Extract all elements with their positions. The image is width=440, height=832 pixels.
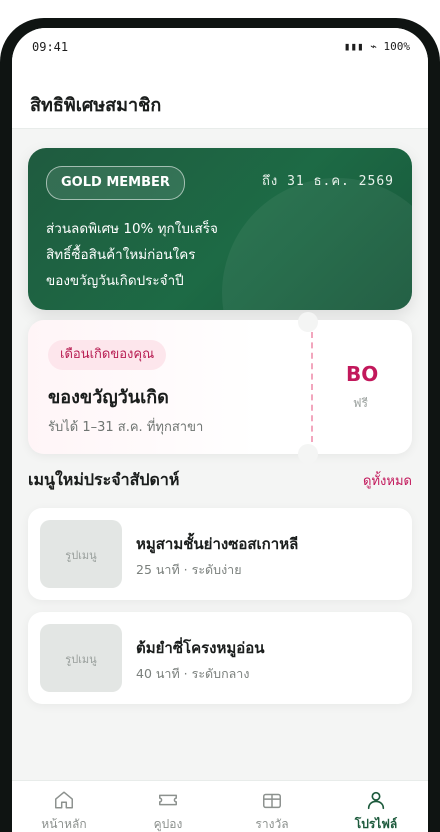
image-placeholder-label: รูปเมนู [65, 653, 97, 666]
user-icon [367, 791, 385, 810]
card-glow-decoration [222, 178, 412, 310]
menu-item-name: หมูสามชั้นย่างซอสเกาหลี [136, 535, 299, 553]
menu-item-meta: 40 นาที · ระดับกลาง [136, 666, 250, 681]
menu-image-placeholder: รูปเมนู [40, 520, 122, 588]
phone-frame: 09:41 ▮▮▮ ⌁ 100% สิทธิพิเศษสมาชิก GOLD M… [0, 18, 440, 832]
ticket-notch-top [298, 312, 318, 332]
menu-item-name: ต้มยำซี่โครงหมูอ่อน [136, 639, 265, 657]
nav-item-rewards[interactable]: รางวัล [220, 781, 324, 832]
status-bar: 09:41 ▮▮▮ ⌁ 100% [12, 28, 428, 68]
app-header: สิทธิพิเศษสมาชิก [12, 68, 428, 129]
perk-item: ส่วนลดพิเศษ 10% ทุกใบเสร็จ [46, 221, 218, 237]
membership-expiry: ถึง 31 ธ.ค. 2569 [262, 174, 394, 189]
perk-list: ส่วนลดพิเศษ 10% ทุกใบเสร็จ สิทธิ์ซื้อสิน… [46, 216, 218, 294]
nav-label: หน้าหลัก [41, 817, 87, 831]
member-card[interactable]: GOLD MEMBER ถึง 31 ธ.ค. 2569 ส่วนลดพิเศษ… [28, 148, 412, 310]
tier-badge: GOLD MEMBER [46, 166, 185, 200]
page-title: สิทธิพิเศษสมาชิก [30, 95, 162, 116]
menu-image-placeholder: รูปเมนู [40, 624, 122, 692]
nav-item-profile[interactable]: โปรไฟล์ [324, 781, 428, 832]
birthday-month-pill: เดือนเกิดของคุณ [48, 340, 167, 370]
nav-item-coupon[interactable]: คูปอง [116, 781, 220, 832]
gift-icon [263, 793, 281, 809]
menu-item-meta: 25 นาที · ระดับง่าย [136, 562, 242, 577]
home-icon [55, 791, 73, 809]
coupon-validity: รับได้ 1–31 ส.ค. ที่ทุกสาขา [48, 420, 204, 435]
ticket-notch-bottom [298, 444, 318, 464]
coupon-title: ของขวัญวันเกิด [48, 387, 169, 408]
menu-item-card[interactable]: รูปเมนู หมูสามชั้นย่างซอสเกาหลี 25 นาที … [28, 508, 412, 600]
menu-section-header: เมนูใหม่ประจำสัปดาห์ ดูทั้งหมด [28, 468, 412, 492]
nav-item-home[interactable]: หน้าหลัก [12, 781, 116, 832]
perk-item: สิทธิ์ซื้อสินค้าใหม่ก่อนใคร [46, 247, 196, 263]
section-title: เมนูใหม่ประจำสัปดาห์ [28, 470, 180, 489]
coupon-free-label: ฟรี [353, 396, 368, 410]
screen: 09:41 ▮▮▮ ⌁ 100% สิทธิพิเศษสมาชิก GOLD M… [12, 28, 428, 832]
perk-item: ของขวัญวันเกิดประจำปี [46, 273, 184, 289]
nav-label: โปรไฟล์ [354, 817, 398, 831]
image-placeholder-label: รูปเมนู [65, 549, 97, 562]
nav-label: รางวัล [255, 817, 289, 831]
menu-item-card[interactable]: รูปเมนู ต้มยำซี่โครงหมูอ่อน 40 นาที · ระ… [28, 612, 412, 704]
bottom-navigation: หน้าหลัก คูปอง รางวัล โปรไฟล์ [12, 780, 428, 832]
ticket-icon [159, 794, 177, 806]
status-time: 09:41 [32, 40, 69, 54]
status-indicators: ▮▮▮ ⌁ 100% [343, 40, 410, 53]
coupon-code: BO [346, 362, 379, 386]
nav-label: คูปอง [153, 817, 183, 831]
birthday-coupon-card[interactable]: เดือนเกิดของคุณ ของขวัญวันเกิด รับได้ 1–… [28, 320, 412, 454]
see-all-link[interactable]: ดูทั้งหมด [363, 470, 412, 491]
ticket-perforation [311, 332, 313, 442]
